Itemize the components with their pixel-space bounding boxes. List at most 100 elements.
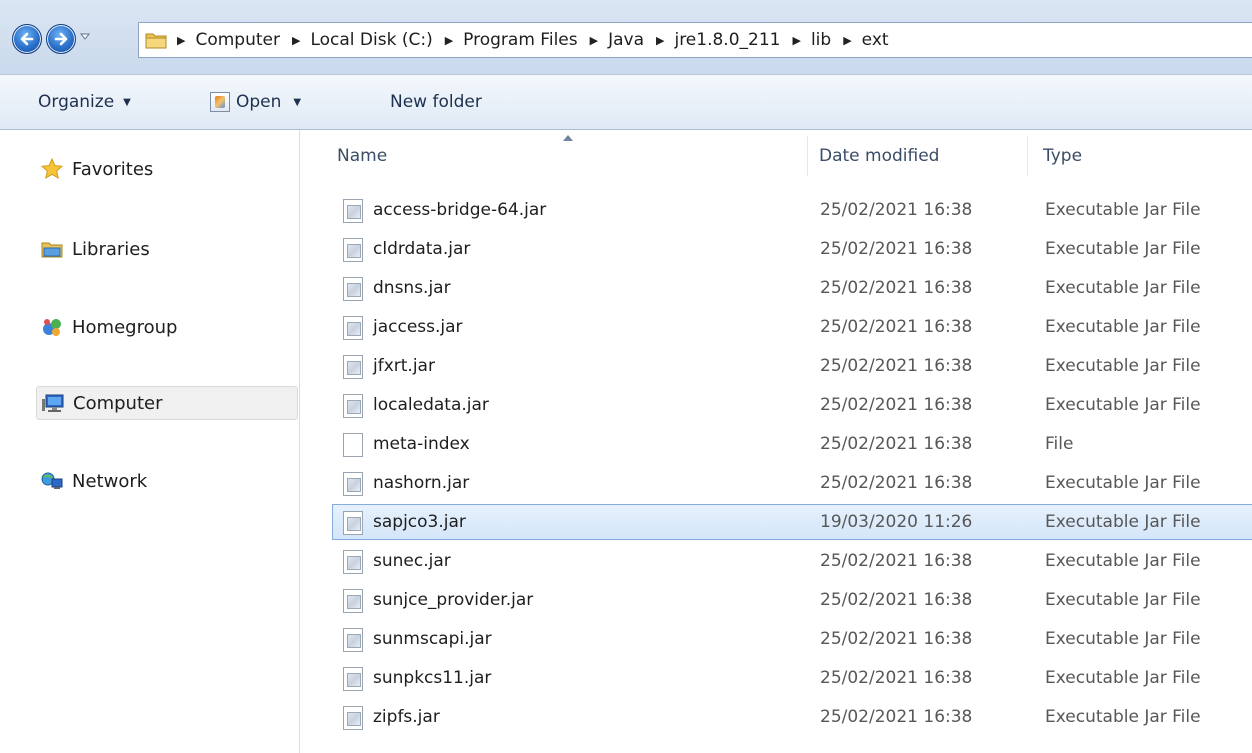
organize-label: Organize	[38, 92, 115, 112]
breadcrumb-lib[interactable]: lib	[811, 30, 831, 50]
recent-pages-dropdown-icon[interactable]	[80, 33, 90, 41]
file-row[interactable]: dnsns.jar 25/02/2021 16:38 Executable Jar …	[332, 270, 1252, 306]
homegroup-icon	[40, 315, 64, 339]
breadcrumb-separator-icon[interactable]: ▶	[445, 34, 453, 47]
file-name: sunjce_provider.jar	[373, 590, 534, 610]
chevron-down-icon: ▼	[293, 96, 302, 108]
file-date-modified: 25/02/2021 16:38	[820, 356, 973, 376]
breadcrumb-separator-icon[interactable]: ▶	[177, 34, 185, 47]
chevron-down-icon: ▼	[123, 96, 131, 108]
column-header-date[interactable]: Date modified	[819, 136, 939, 176]
jar-file-icon	[343, 550, 363, 574]
file-row[interactable]: localedata.jar 25/02/2021 16:38 Executable…	[332, 387, 1252, 423]
file-row[interactable]: meta-index 25/02/2021 16:38 File	[332, 426, 1252, 462]
jar-file-icon	[343, 511, 363, 535]
address-bar-area: ▶ Computer ▶ Local Disk (C:) ▶ Program F…	[0, 0, 1252, 74]
breadcrumb-separator-icon[interactable]: ▶	[590, 34, 598, 47]
sidebar-item-homegroup[interactable]: Homegroup	[36, 310, 298, 344]
jar-file-icon	[343, 472, 363, 496]
column-divider[interactable]	[1027, 136, 1028, 176]
file-type: Executable Jar File	[1045, 317, 1201, 337]
file-type: Executable Jar File	[1045, 629, 1201, 649]
file-name: access-bridge-64.jar	[373, 200, 547, 220]
file-type: File	[1045, 434, 1074, 454]
sidebar-item-label: Favorites	[72, 158, 154, 180]
address-box[interactable]: ▶ Computer ▶ Local Disk (C:) ▶ Program F…	[138, 22, 1252, 58]
file-row[interactable]: sunmscapi.jar 25/02/2021 16:38 Executable …	[332, 621, 1252, 657]
file-name: sapjco3.jar	[373, 512, 466, 532]
file-date-modified: 25/02/2021 16:38	[820, 551, 973, 571]
breadcrumb-computer[interactable]: Computer	[195, 30, 280, 50]
network-icon	[40, 469, 64, 493]
sidebar-item-network[interactable]: Network	[36, 464, 298, 498]
sidebar-item-label: Network	[72, 470, 148, 492]
column-header-type[interactable]: Type	[1043, 136, 1082, 176]
column-header-name[interactable]: Name	[337, 136, 387, 176]
breadcrumb-jre[interactable]: jre1.8.0_211	[674, 30, 780, 50]
breadcrumb-ext[interactable]: ext	[862, 30, 889, 50]
file-date-modified: 25/02/2021 16:38	[820, 395, 973, 415]
navigation-pane: Favorites Libraries Homegroup Computer N…	[0, 130, 300, 753]
command-bar: Organize ▼ Open ▼ New folder	[0, 74, 1252, 130]
breadcrumb-java[interactable]: Java	[608, 30, 644, 50]
new-folder-button[interactable]: New folder	[390, 75, 482, 129]
file-type: Executable Jar File	[1045, 278, 1201, 298]
file-type: Executable Jar File	[1045, 551, 1201, 571]
file-type: Executable Jar File	[1045, 395, 1201, 415]
file-date-modified: 25/02/2021 16:38	[820, 473, 973, 493]
organize-button[interactable]: Organize ▼	[38, 75, 131, 129]
file-row[interactable]: cldrdata.jar 25/02/2021 16:38 Executable J…	[332, 231, 1252, 267]
file-row[interactable]: zipfs.jar 25/02/2021 16:38 Executable Jar …	[332, 699, 1252, 735]
libraries-icon	[40, 237, 64, 261]
jar-file-icon	[343, 706, 363, 730]
computer-icon	[41, 391, 65, 415]
file-name: sunpkcs11.jar	[373, 668, 492, 688]
file-date-modified: 25/02/2021 16:38	[820, 668, 973, 688]
jar-file-icon	[343, 589, 363, 613]
sidebar-item-computer[interactable]: Computer	[36, 386, 298, 420]
file-row[interactable]: sunjce_provider.jar 25/02/2021 16:38 Execu…	[332, 582, 1252, 618]
file-date-modified: 25/02/2021 16:38	[820, 200, 973, 220]
file-row[interactable]: jaccess.jar 25/02/2021 16:38 Executable Ja…	[332, 309, 1252, 345]
open-with-icon	[210, 92, 230, 112]
file-row[interactable]: access-bridge-64.jar 25/02/2021 16:38 Exec…	[332, 192, 1252, 228]
sort-ascending-icon	[563, 135, 573, 141]
column-divider[interactable]	[807, 136, 808, 176]
breadcrumb-local-disk[interactable]: Local Disk (C:)	[310, 30, 432, 50]
file-row[interactable]: sapjco3.jar 19/03/2020 11:26 Executable Ja…	[332, 504, 1252, 540]
file-row[interactable]: jfxrt.jar 25/02/2021 16:38 Executable Jar …	[332, 348, 1252, 384]
sidebar-item-libraries[interactable]: Libraries	[36, 232, 298, 266]
file-row[interactable]: sunpkcs11.jar 25/02/2021 16:38 Executable …	[332, 660, 1252, 696]
forward-button[interactable]	[46, 24, 76, 54]
breadcrumb-program-files[interactable]: Program Files	[463, 30, 577, 50]
open-button[interactable]: Open ▼	[210, 75, 301, 129]
breadcrumb-separator-icon[interactable]: ▶	[656, 34, 664, 47]
file-type: Executable Jar File	[1045, 668, 1201, 688]
jar-file-icon	[343, 238, 363, 262]
folder-icon	[145, 33, 167, 49]
sidebar-item-favorites[interactable]: Favorites	[36, 152, 298, 186]
file-date-modified: 25/02/2021 16:38	[820, 239, 973, 259]
file-name: cldrdata.jar	[373, 239, 471, 259]
breadcrumb-separator-icon[interactable]: ▶	[292, 34, 300, 47]
file-type: Executable Jar File	[1045, 473, 1201, 493]
file-type: Executable Jar File	[1045, 512, 1201, 532]
new-folder-label: New folder	[390, 92, 482, 112]
blank-file-icon	[343, 433, 363, 457]
file-name: dnsns.jar	[373, 278, 451, 298]
file-name: jfxrt.jar	[373, 356, 435, 376]
file-list: Name Date modified Type access-bridge-64…	[300, 130, 1252, 753]
file-row[interactable]: sunec.jar 25/02/2021 16:38 Executable Jar …	[332, 543, 1252, 579]
file-name: nashorn.jar	[373, 473, 470, 493]
back-arrow-icon	[20, 32, 34, 46]
back-button[interactable]	[12, 24, 42, 54]
file-name: zipfs.jar	[373, 707, 440, 727]
jar-file-icon	[343, 394, 363, 418]
breadcrumb-separator-icon[interactable]: ▶	[792, 34, 800, 47]
file-name: sunec.jar	[373, 551, 451, 571]
file-type: Executable Jar File	[1045, 356, 1201, 376]
jar-file-icon	[343, 316, 363, 340]
file-name: meta-index	[373, 434, 470, 454]
file-row[interactable]: nashorn.jar 25/02/2021 16:38 Executable Ja…	[332, 465, 1252, 501]
breadcrumb-separator-icon[interactable]: ▶	[843, 34, 851, 47]
